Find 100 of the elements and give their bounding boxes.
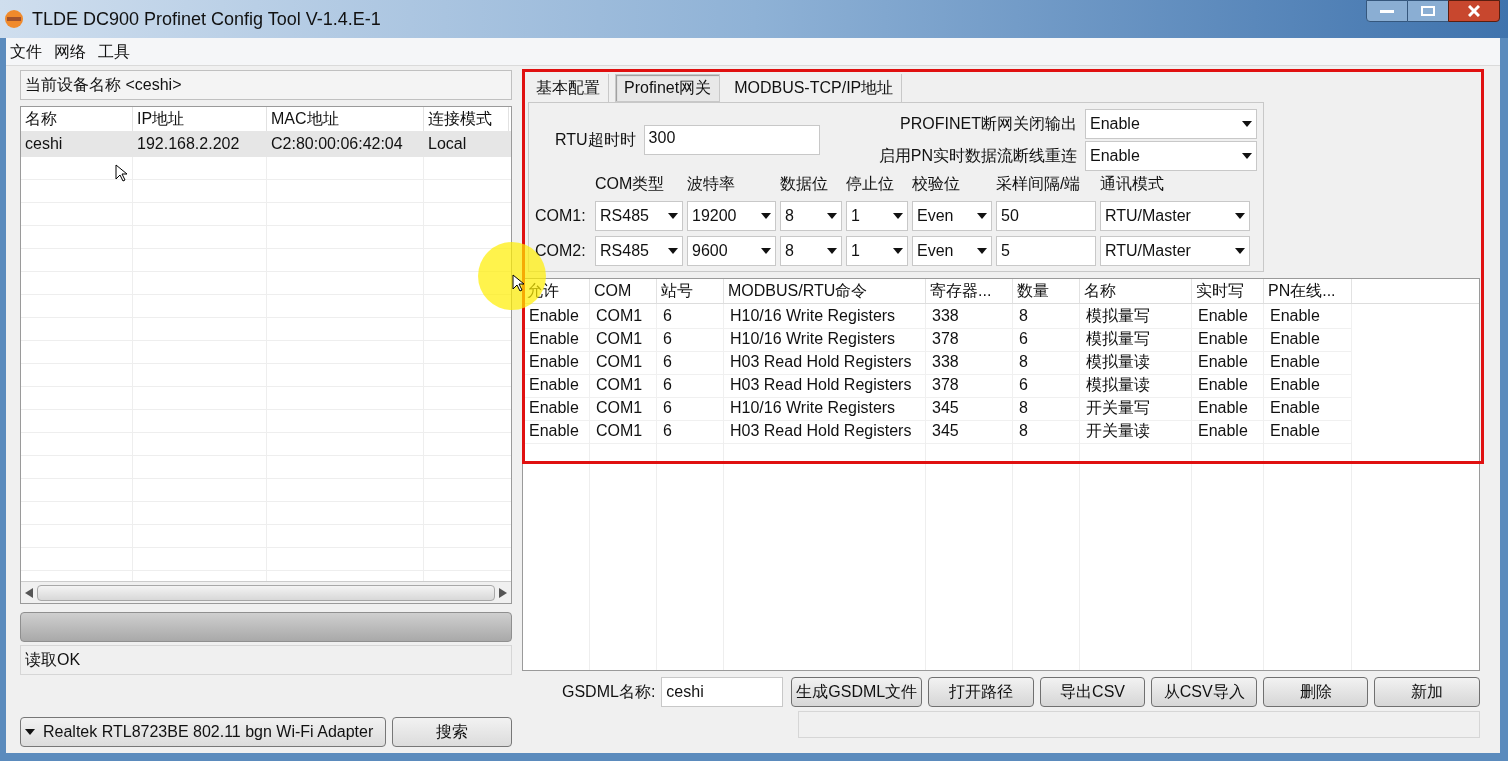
table-cell: 8 — [1013, 396, 1080, 421]
dropdown[interactable]: 8 — [780, 236, 842, 266]
table-cell: H03 Read Hold Registers — [724, 350, 926, 375]
table-cell: 8 — [1013, 350, 1080, 375]
table-cell: 模拟量读 — [1080, 373, 1192, 398]
dropdown-arrow-icon — [668, 248, 678, 254]
table-cell: COM1 — [590, 350, 657, 375]
dropdown-arrow-icon — [761, 248, 771, 254]
table-cell: Enable — [1264, 327, 1352, 352]
column-header[interactable]: PN在线... — [1264, 279, 1352, 303]
column-header[interactable]: 名称 — [1080, 279, 1192, 303]
action-button[interactable]: 从CSV导入 — [1151, 677, 1257, 707]
column-header[interactable]: 实时写 — [1192, 279, 1264, 303]
mouse-pointer-icon — [512, 274, 524, 292]
column-header[interactable]: MODBUS/RTU命令 — [724, 279, 926, 303]
device-row[interactable]: ceshi 192.168.2.202 C2:80:00:06:42:04 Local — [21, 131, 511, 157]
action-button[interactable]: 导出CSV — [1039, 677, 1146, 707]
column-header[interactable]: 数量 — [1013, 279, 1080, 303]
field-label: GSDML名称: — [562, 682, 656, 702]
maximize-button[interactable] — [1408, 0, 1448, 22]
dropdown[interactable]: Enable — [1085, 141, 1257, 171]
menu-item[interactable]: 网络 — [54, 39, 86, 64]
dropdown[interactable]: Even — [912, 201, 992, 231]
table-cell: H03 Read Hold Registers — [724, 373, 926, 398]
table-cell: Enable — [1264, 396, 1352, 421]
menu-item[interactable]: 工具 — [98, 39, 130, 64]
table-cell: 6 — [657, 350, 724, 375]
close-button[interactable] — [1448, 0, 1500, 22]
table-cell: COM1 — [590, 304, 657, 329]
table-cell: Enable — [523, 396, 590, 421]
dropdown-arrow-icon — [1235, 213, 1245, 219]
input-field[interactable]: 300 — [643, 125, 820, 155]
table-cell: 开关量写 — [1080, 396, 1192, 421]
tab[interactable]: Profinet网关 — [615, 74, 721, 102]
dropdown-arrow-icon — [893, 213, 903, 219]
table-cell: Enable — [1264, 373, 1352, 398]
dropdown[interactable]: Enable — [1085, 109, 1257, 139]
dropdown[interactable]: 1 — [846, 201, 908, 231]
column-label: 停止位 — [846, 174, 895, 194]
action-button[interactable]: 删除 — [1262, 677, 1369, 707]
column-header[interactable]: 寄存器... — [926, 279, 1013, 303]
dropdown-arrow-icon — [668, 213, 678, 219]
adapter-dropdown[interactable]: Realtek RTL8723BE 802.11 bgn Wi-Fi Adapter — [20, 717, 386, 747]
table-cell: 6 — [657, 327, 724, 352]
table-cell: 6 — [657, 396, 724, 421]
dropdown[interactable]: 9600 — [687, 236, 776, 266]
field-label: PROFINET断网关闭输出 — [900, 114, 1077, 134]
input-field[interactable]: ceshi — [661, 677, 784, 707]
dropdown[interactable]: 19200 — [687, 201, 776, 231]
dropdown[interactable]: RS485 — [595, 236, 683, 266]
table-cell: COM1 — [590, 396, 657, 421]
table-cell: 338 — [926, 350, 1013, 375]
table-cell: 6 — [657, 373, 724, 398]
table-cell: 6 — [1013, 327, 1080, 352]
table-cell: 模拟量写 — [1080, 327, 1192, 352]
scroll-left-icon[interactable] — [25, 587, 33, 598]
action-button[interactable]: 打开路径 — [928, 677, 1034, 707]
column-label: 校验位 — [912, 174, 961, 194]
column-header[interactable]: COM — [590, 279, 657, 303]
table-cell-text: C2:80:00:06:42:04 — [270, 134, 404, 154]
field-label: RTU超时时 — [555, 130, 636, 150]
dropdown-arrow-icon — [977, 213, 987, 219]
dropdown[interactable]: RTU/Master — [1100, 201, 1250, 231]
input-field[interactable]: 5 — [996, 236, 1096, 266]
dropdown[interactable]: RTU/Master — [1100, 236, 1250, 266]
tab[interactable]: 基本配置 — [528, 74, 609, 102]
column-header[interactable]: 站号 — [657, 279, 724, 303]
dropdown-arrow-icon — [1242, 121, 1252, 127]
dropdown-arrow-icon — [25, 729, 35, 735]
table-cell: 378 — [926, 327, 1013, 352]
table-cell: Enable — [523, 419, 590, 444]
dropdown[interactable]: Even — [912, 236, 992, 266]
action-button[interactable]: 生成GSDML文件 — [791, 677, 923, 707]
table-cell: Enable — [1192, 419, 1264, 444]
table-cell: 模拟量写 — [1080, 304, 1192, 329]
tab[interactable]: MODBUS-TCP/IP地址 — [726, 74, 903, 102]
dropdown[interactable]: RS485 — [595, 201, 683, 231]
dropdown[interactable]: 1 — [846, 236, 908, 266]
action-button[interactable]: 新加 — [1374, 677, 1480, 707]
table-cell-text: Local — [427, 134, 468, 154]
table-cell: 338 — [926, 304, 1013, 329]
scroll-right-icon[interactable] — [499, 587, 507, 598]
table-cell: Enable — [1264, 304, 1352, 329]
table-cell: COM1 — [590, 373, 657, 398]
input-field[interactable]: 50 — [996, 201, 1096, 231]
window-title: TLDE DC900 Profinet Config Tool V-1.4.E-1 — [32, 7, 381, 31]
menu-item[interactable]: 文件 — [10, 39, 42, 64]
horizontal-scrollbar[interactable] — [21, 581, 511, 603]
status-text: 读取OK — [20, 645, 512, 675]
column-label: 通讯模式 — [1100, 174, 1165, 194]
dropdown-arrow-icon — [827, 248, 837, 254]
table-cell: Enable — [1192, 373, 1264, 398]
table-cell: Enable — [1192, 396, 1264, 421]
table-cell: Enable — [523, 373, 590, 398]
dropdown[interactable]: 8 — [780, 201, 842, 231]
column-label: 波特率 — [687, 174, 736, 194]
search-button[interactable]: 搜索 — [392, 717, 512, 747]
table-cell: H10/16 Write Registers — [724, 327, 926, 352]
dropdown-arrow-icon — [1242, 153, 1252, 159]
minimize-button[interactable] — [1366, 0, 1408, 22]
